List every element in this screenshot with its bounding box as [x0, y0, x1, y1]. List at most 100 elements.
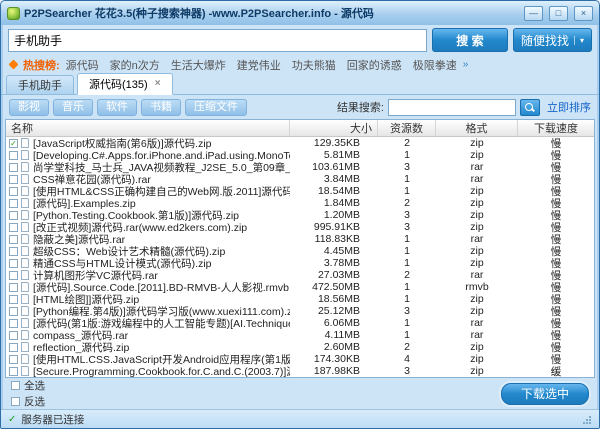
table-row[interactable]: [Secure.Programming.Cookbook.for.C.and.C…	[6, 365, 594, 377]
column-resources[interactable]: 资源数	[378, 120, 436, 136]
file-format: zip	[436, 305, 518, 317]
minimize-button[interactable]: —	[524, 6, 543, 21]
resource-count: 3	[378, 305, 436, 317]
filter-button[interactable]: 书籍	[141, 99, 181, 116]
file-icon	[21, 330, 29, 340]
row-checkbox[interactable]	[9, 295, 18, 304]
row-checkbox[interactable]	[9, 259, 18, 268]
result-search-button[interactable]	[520, 99, 540, 116]
download-selected-button[interactable]: 下载选中	[501, 383, 589, 405]
file-size: 25.12MB	[290, 305, 378, 317]
search-input[interactable]	[8, 29, 427, 52]
app-window: P2PSearcher 花花3.5(种子搜索神器) -www.P2PSearch…	[0, 0, 600, 429]
file-size: 18.54MB	[290, 185, 378, 197]
resource-count: 2	[378, 269, 436, 281]
file-size: 3.84MB	[290, 173, 378, 185]
invert-selection-checkbox[interactable]: 反选	[11, 394, 45, 409]
file-format: zip	[436, 209, 518, 221]
chevron-down-icon: ▾	[574, 36, 584, 45]
file-size: 2.60MB	[290, 341, 378, 353]
search-bar: 搜 索 随便找找 ▾	[1, 25, 599, 56]
file-icon	[21, 174, 29, 184]
selection-controls: 全选 反选	[11, 378, 45, 409]
resource-count: 1	[378, 317, 436, 329]
close-button[interactable]: ×	[574, 6, 593, 21]
flame-icon	[9, 60, 19, 70]
file-icon	[21, 186, 29, 196]
resource-count: 4	[378, 353, 436, 365]
hot-search-item[interactable]: 生活大爆炸	[171, 57, 226, 73]
filter-button[interactable]: 压缩文件	[185, 99, 247, 116]
sort-link[interactable]: 立即排序	[547, 99, 591, 115]
row-checkbox[interactable]	[9, 235, 18, 244]
filter-button[interactable]: 软件	[97, 99, 137, 116]
hot-search-item[interactable]: 极限拳速	[413, 57, 457, 73]
file-icon	[21, 306, 29, 316]
row-checkbox[interactable]	[9, 163, 18, 172]
hot-search-item[interactable]: 家的n次方	[110, 57, 160, 73]
file-size: 995.91KB	[290, 221, 378, 233]
file-format: zip	[436, 257, 518, 269]
search-button[interactable]: 搜 索	[432, 28, 508, 52]
file-icon	[21, 342, 29, 352]
row-checkbox[interactable]	[9, 175, 18, 184]
resize-grip[interactable]	[581, 414, 592, 425]
status-text: 服务器已连接	[21, 412, 84, 427]
resource-count: 1	[378, 233, 436, 245]
tab-source-code[interactable]: 源代码(135) ×	[77, 73, 173, 95]
column-name[interactable]: 名称	[6, 120, 290, 136]
column-format[interactable]: 格式	[436, 120, 518, 136]
resource-count: 3	[378, 161, 436, 173]
results-table: 名称 大小 资源数 格式 下载速度 ✓[JavaScript权威指南(第6版)]…	[5, 119, 595, 378]
row-checkbox[interactable]: ✓	[9, 139, 18, 148]
statusbar: ✓ 服务器已连接	[1, 409, 599, 428]
row-checkbox[interactable]	[9, 247, 18, 256]
random-search-button[interactable]: 随便找找 ▾	[513, 28, 592, 52]
row-checkbox[interactable]	[9, 307, 18, 316]
filter-buttons: 影视音乐软件书籍压缩文件	[9, 99, 247, 116]
resource-count: 1	[378, 257, 436, 269]
file-size: 27.03MB	[290, 269, 378, 281]
hot-search-item[interactable]: 源代码	[66, 57, 99, 73]
column-size[interactable]: 大小	[290, 120, 378, 136]
hot-search-item[interactable]: 功夫熊猫	[292, 57, 336, 73]
row-checkbox[interactable]	[9, 367, 18, 376]
titlebar: P2PSearcher 花花3.5(种子搜索神器) -www.P2PSearch…	[1, 1, 599, 25]
hot-search-more-icon[interactable]: »	[463, 59, 469, 70]
file-icon	[21, 150, 29, 160]
row-checkbox[interactable]	[9, 343, 18, 352]
filter-button[interactable]: 影视	[9, 99, 49, 116]
file-size: 118.83KB	[290, 233, 378, 245]
row-checkbox[interactable]	[9, 331, 18, 340]
file-size: 187.98KB	[290, 365, 378, 377]
file-size: 103.61MB	[290, 161, 378, 173]
tab-phone-helper[interactable]: 手机助手	[6, 75, 74, 94]
file-format: zip	[436, 245, 518, 257]
invert-selection-label: 反选	[24, 394, 45, 409]
file-icon	[21, 210, 29, 220]
row-checkbox[interactable]	[9, 223, 18, 232]
filter-button[interactable]: 音乐	[53, 99, 93, 116]
row-checkbox[interactable]	[9, 211, 18, 220]
maximize-button[interactable]: □	[549, 6, 568, 21]
hot-search-item[interactable]: 建党伟业	[237, 57, 281, 73]
row-checkbox[interactable]	[9, 151, 18, 160]
hot-search-item[interactable]: 回家的诱惑	[347, 57, 402, 73]
file-format: rar	[436, 233, 518, 245]
result-search-input[interactable]	[388, 99, 516, 116]
column-speed[interactable]: 下载速度	[518, 120, 594, 136]
tab-bar: 手机助手 源代码(135) ×	[1, 73, 599, 95]
hot-search-label: 热搜榜:	[23, 57, 60, 73]
row-checkbox[interactable]	[9, 319, 18, 328]
tab-close-icon[interactable]: ×	[155, 79, 161, 89]
select-all-checkbox[interactable]: 全选	[11, 378, 45, 393]
file-size: 4.45MB	[290, 245, 378, 257]
row-checkbox[interactable]	[9, 355, 18, 364]
row-checkbox[interactable]	[9, 271, 18, 280]
row-checkbox[interactable]	[9, 283, 18, 292]
checkbox-icon	[11, 381, 20, 390]
row-checkbox[interactable]	[9, 199, 18, 208]
row-checkbox[interactable]	[9, 187, 18, 196]
file-size: 1.20MB	[290, 209, 378, 221]
file-icon	[21, 222, 29, 232]
